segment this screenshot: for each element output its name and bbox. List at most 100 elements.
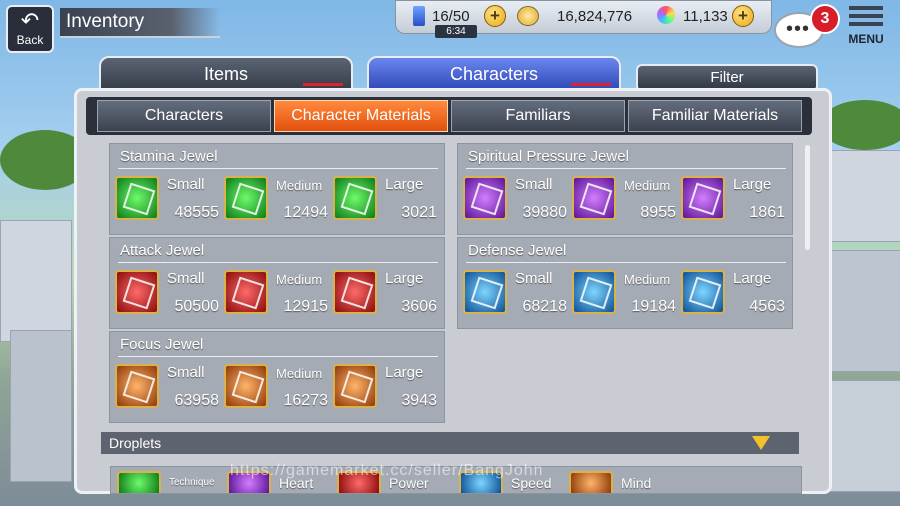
notification-badge: 3 [810, 4, 840, 34]
add-orbs-button[interactable]: + [732, 5, 754, 27]
item-count: 19184 [631, 298, 677, 315]
spiritual-pressure-jewel-small-icon [463, 176, 507, 220]
jewel-group-stamina: Stamina Jewel Small 48555 Medium 12494 L… [109, 143, 445, 235]
jewel-group-defense: Defense Jewel Small 68218 Medium 19184 L… [457, 237, 793, 329]
jewel-item[interactable]: Small 68218 [463, 270, 571, 322]
item-size: Small [167, 176, 205, 193]
item-size: Large [385, 270, 424, 287]
jewel-item[interactable]: Large 1861 [681, 176, 789, 228]
stamina-icon [413, 6, 425, 26]
item-size: Small [515, 270, 553, 287]
item-count: 4563 [749, 298, 785, 315]
menu-label: MENU [848, 32, 884, 46]
jewel-item[interactable]: Large 3021 [333, 176, 441, 228]
spiritual-pressure-jewel-medium-icon [572, 176, 616, 220]
item-size: Large [733, 270, 772, 287]
tab-characters[interactable]: Characters [367, 56, 621, 92]
droplets-title: Droplets [109, 435, 162, 451]
coin-icon [517, 6, 539, 26]
subtab-familiar-materials[interactable]: Familiar Materials [628, 100, 802, 132]
back-button[interactable]: ↶ Back [6, 5, 54, 53]
defense-jewel-large-icon [681, 270, 725, 314]
tab-accent-line [571, 83, 611, 86]
attack-jewel-small-icon [115, 270, 159, 314]
droplet-label: Mind [621, 475, 652, 491]
expand-triangle-icon[interactable] [752, 436, 770, 450]
jewel-item[interactable]: Small 48555 [115, 176, 223, 228]
subtab-character-materials[interactable]: Character Materials [274, 100, 448, 132]
item-size: Small [515, 176, 553, 193]
focus-jewel-medium-icon [224, 364, 268, 408]
chat-dots: ••• [786, 18, 811, 40]
group-title: Attack Jewel [120, 242, 205, 259]
jewel-item[interactable]: Medium 19184 [572, 270, 680, 322]
stamina-jewel-large-icon [333, 176, 377, 220]
item-size: Large [385, 176, 424, 193]
divider [466, 168, 786, 169]
item-count: 1861 [749, 204, 785, 221]
jewel-item[interactable]: Medium 12915 [224, 270, 332, 322]
page-title-plate: Inventory [60, 8, 220, 38]
item-count: 3021 [401, 204, 437, 221]
group-title: Focus Jewel [120, 336, 204, 353]
speed-droplet-icon [459, 471, 503, 493]
tab-items[interactable]: Items [99, 56, 353, 92]
item-size: Medium [276, 178, 323, 193]
menu-button[interactable]: MENU [842, 4, 890, 50]
droplets-section-header[interactable]: Droplets [101, 432, 799, 454]
subtab-characters[interactable]: Characters [97, 100, 271, 132]
jewel-item[interactable]: Medium 8955 [572, 176, 680, 228]
item-size: Small [167, 364, 205, 381]
subtab-label: Familiars [505, 107, 571, 124]
divider [118, 262, 438, 263]
droplets-row: Technique Heart Power Speed Mind [110, 466, 802, 494]
hamburger-menu-icon [849, 6, 883, 28]
item-count: 12915 [283, 298, 329, 315]
jewel-item[interactable]: Large 4563 [681, 270, 789, 322]
subtab-label: Character Materials [291, 107, 431, 124]
item-count: 50500 [174, 298, 220, 315]
page-title: Inventory [66, 11, 145, 32]
jewel-group-focus: Focus Jewel Small 63958 Medium 16273 Lar… [109, 331, 445, 423]
attack-jewel-large-icon [333, 270, 377, 314]
group-title: Defense Jewel [468, 242, 567, 259]
divider [118, 168, 438, 169]
spiritual-pressure-jewel-large-icon [681, 176, 725, 220]
item-count: 8955 [640, 204, 676, 221]
scrollbar[interactable] [805, 145, 810, 250]
subtab-familiars[interactable]: Familiars [451, 100, 625, 132]
item-count: 63958 [174, 392, 220, 409]
jewel-item[interactable]: Small 39880 [463, 176, 571, 228]
chat-button[interactable]: ••• 3 [774, 4, 840, 48]
stamina-timer: 6:34 [435, 25, 477, 38]
item-count: 39880 [522, 204, 568, 221]
tab-items-label: Items [203, 64, 248, 84]
technique-droplet-icon [117, 471, 161, 493]
orb-value: 11,133 [683, 8, 728, 25]
item-count: 48555 [174, 204, 220, 221]
item-size: Medium [624, 178, 671, 193]
item-size: Medium [276, 272, 323, 287]
jewel-item[interactable]: Small 63958 [115, 364, 223, 416]
item-size: Medium [624, 272, 671, 287]
jewel-group-attack: Attack Jewel Small 50500 Medium 12915 La… [109, 237, 445, 329]
jewel-item[interactable]: Medium 12494 [224, 176, 332, 228]
tab-accent-line [303, 83, 343, 86]
jewel-item[interactable]: Small 50500 [115, 270, 223, 322]
plus-icon: + [490, 6, 500, 25]
jewel-item[interactable]: Medium 16273 [224, 364, 332, 416]
item-size: Small [167, 270, 205, 287]
group-title: Stamina Jewel [120, 148, 218, 165]
plus-icon: + [738, 6, 748, 25]
add-stamina-button[interactable]: + [484, 5, 506, 27]
item-size: Large [385, 364, 424, 381]
defense-jewel-small-icon [463, 270, 507, 314]
power-droplet-icon [337, 471, 381, 493]
droplet-label: Heart [279, 475, 314, 491]
jewel-item[interactable]: Large 3943 [333, 364, 441, 416]
jewel-item[interactable]: Large 3606 [333, 270, 441, 322]
divider [466, 262, 786, 263]
droplet-label: Power [389, 475, 429, 491]
stamina-value: 16/50 [432, 8, 470, 25]
tab-characters-label: Characters [449, 64, 539, 84]
